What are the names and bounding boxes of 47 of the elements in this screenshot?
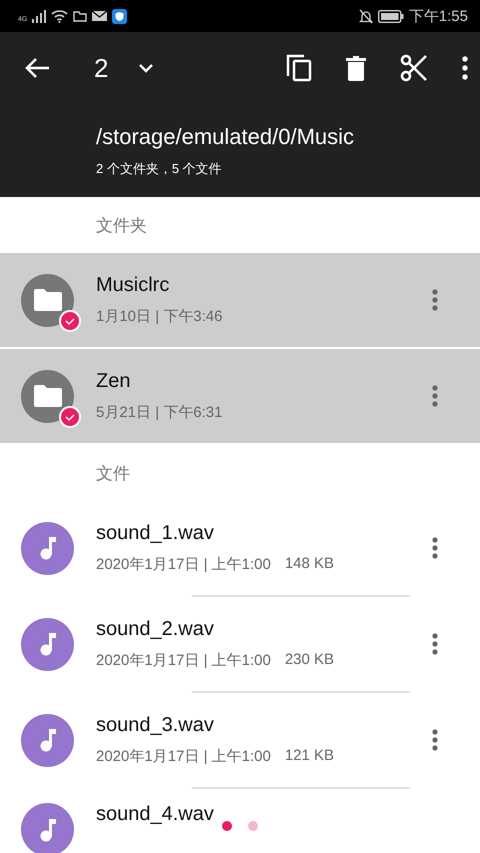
list-row[interactable]: sound_1.wav 2020年1月17日 | 上午1:00 148 KB <box>0 501 480 597</box>
folder-icon <box>34 289 62 311</box>
selection-count: 2 <box>94 52 108 84</box>
battery-icon <box>378 10 404 22</box>
mail-icon <box>92 10 108 22</box>
file-name: Musiclrc <box>96 274 170 297</box>
clock-time: 下午1:55 <box>408 6 468 26</box>
page-dot[interactable] <box>222 821 232 831</box>
file-size: 121 KB <box>284 747 334 766</box>
dropdown-button[interactable] <box>138 63 154 73</box>
muted-bell-icon <box>358 8 373 24</box>
list-row[interactable]: sound_3.wav 2020年1月17日 | 上午1:00 121 KB <box>0 693 480 789</box>
list-row[interactable]: sound_4.wav <box>0 789 480 853</box>
file-name: sound_4.wav <box>96 803 215 826</box>
more-button[interactable] <box>462 56 468 80</box>
section-header: 文件 <box>95 462 131 484</box>
modified-date: 5月21日 | 下午6:31 <box>96 403 222 422</box>
music-note-icon <box>40 818 56 842</box>
music-note-icon <box>40 536 56 560</box>
file-size: 230 KB <box>284 651 334 670</box>
selected-row[interactable]: Musiclrc 1月10日 | 下午3:46 <box>0 253 480 349</box>
file-name: sound_3.wav <box>96 714 215 737</box>
back-button[interactable] <box>24 57 50 79</box>
file-name: sound_1.wav <box>96 522 215 545</box>
folder-icon <box>73 10 88 22</box>
wifi-icon <box>51 9 68 23</box>
copy-button[interactable] <box>286 54 312 82</box>
delete-button[interactable] <box>346 56 366 80</box>
file-size: 148 KB <box>284 555 334 574</box>
folder-icon <box>34 385 62 407</box>
page-dot[interactable] <box>248 821 258 831</box>
file-name: sound_2.wav <box>96 618 215 641</box>
music-note-icon <box>40 632 56 656</box>
item-summary: 2 个文件夹，5 个文件 <box>96 160 223 178</box>
cut-button[interactable] <box>400 54 428 82</box>
folder-path: /storage/emulated/0/Music <box>96 124 356 150</box>
signal-icon <box>32 9 46 23</box>
modified-date: 2020年1月17日 | 上午1:00 <box>96 555 271 574</box>
music-note-icon <box>40 728 56 752</box>
shield-icon <box>112 8 128 24</box>
selected-row[interactable]: Zen 5月21日 | 下午6:31 <box>0 349 480 445</box>
file-name: Zen <box>96 370 132 393</box>
modified-date: 1月10日 | 下午3:46 <box>96 307 222 326</box>
modified-date: 2020年1月17日 | 上午1:00 <box>96 651 271 670</box>
modified-date: 2020年1月17日 | 上午1:00 <box>96 747 271 766</box>
list-row[interactable]: sound_2.wav 2020年1月17日 | 上午1:00 230 KB <box>0 597 480 693</box>
section-header: 文件夹 <box>95 214 148 236</box>
